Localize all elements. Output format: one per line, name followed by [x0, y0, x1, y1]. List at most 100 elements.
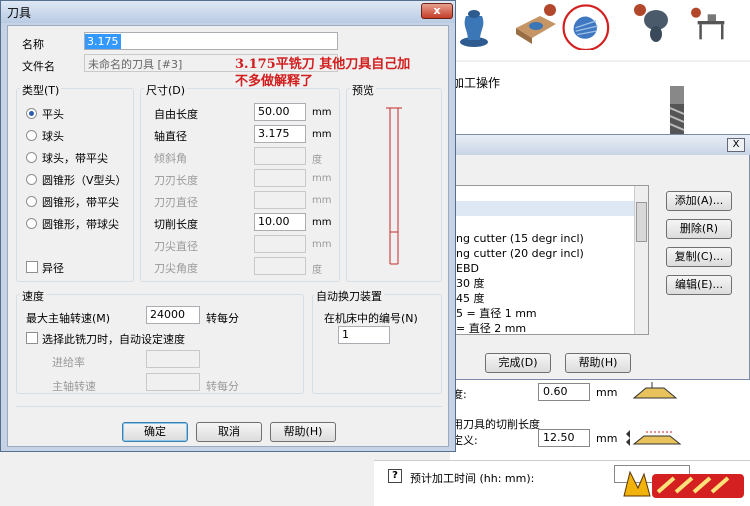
shaft-diameter-label: 轴直径 — [154, 130, 187, 143]
flute-length-field — [254, 169, 306, 187]
depth-unit: mm — [596, 386, 618, 399]
taper-angle-field — [254, 147, 306, 165]
list-item[interactable]: EBD — [454, 261, 648, 276]
type-radio-cone-ball[interactable] — [26, 218, 37, 229]
size-group-title: 尺寸(D) — [144, 82, 188, 98]
list-item[interactable]: 30 度 — [454, 276, 648, 291]
type-label-flat: 平头 — [42, 108, 64, 121]
shaft-diameter-field[interactable]: 3.175 — [254, 125, 306, 143]
free-length-field[interactable]: 50.00 — [254, 103, 306, 121]
list-item[interactable]: ng cutter (20 degr incl) — [454, 246, 648, 261]
cut-length-field[interactable]: 10.00 — [254, 213, 306, 231]
taper-angle-label: 倾斜角 — [154, 152, 187, 165]
name-field[interactable]: 3.175 — [84, 32, 338, 50]
list-scrollbar[interactable] — [634, 186, 648, 334]
edit-tool-button[interactable]: 编辑(E)... — [666, 275, 732, 295]
atc-number-field[interactable]: 1 — [338, 326, 390, 344]
scrollbar-thumb[interactable] — [636, 202, 647, 242]
carved-block-icon[interactable] — [510, 2, 560, 50]
max-spindle-field[interactable]: 24000 — [146, 306, 200, 324]
max-spindle-label: 最大主轴转速(M) — [26, 312, 111, 325]
type-label-cone-ball: 圆锥形，带球尖 — [42, 218, 119, 231]
dialog-title: 刀具 — [7, 6, 32, 20]
close-button[interactable]: x — [421, 3, 453, 19]
spindle-speed-unit: 转每分 — [206, 380, 239, 393]
feed-rate-label: 进给率 — [52, 356, 85, 369]
list-item[interactable]: ng cutter (15 degr incl) — [454, 231, 648, 246]
watermark-logo — [623, 470, 744, 498]
depth-field[interactable]: 0.60 — [538, 383, 590, 401]
cut-length-label: 切削长度 — [154, 218, 198, 231]
taper-angle-unit: 度 — [312, 155, 322, 166]
tip-diameter-unit: mm — [312, 239, 332, 250]
endmill-icon — [669, 86, 685, 134]
max-spindle-unit: 转每分 — [206, 312, 239, 325]
speed-group-title: 速度 — [20, 288, 46, 304]
tip-angle-field — [254, 257, 306, 275]
operation-label: 加工操作 — [452, 76, 501, 90]
name-label: 名称 — [22, 38, 44, 51]
type-label-ball: 球头 — [42, 130, 64, 143]
list-item[interactable]: 45 度 — [454, 291, 648, 306]
done-button[interactable]: 完成(D) — [485, 353, 551, 373]
list-item-selected[interactable] — [454, 201, 648, 216]
list-item[interactable] — [454, 216, 648, 231]
type-radio-ball[interactable] — [26, 130, 37, 141]
flute-diameter-field — [254, 191, 306, 209]
add-tool-button[interactable]: 添加(A)... — [666, 191, 732, 211]
flute-diameter-label: 刀刃直径 — [154, 196, 198, 209]
feed-rate-field — [146, 350, 200, 368]
type-radio-ball-flat[interactable] — [26, 152, 37, 163]
help-button[interactable]: 帮助(H) — [270, 422, 336, 442]
odd-diameter-label: 异径 — [42, 262, 64, 275]
tip-angle-unit: 度 — [312, 265, 322, 276]
type-label-ball-flat: 球头，带平尖 — [42, 152, 108, 165]
cancel-button[interactable]: 取消 — [196, 422, 262, 442]
flute-diameter-unit: mm — [312, 195, 332, 206]
atc-group-title: 自动换刀装置 — [314, 288, 384, 304]
list-item[interactable]: = 直径 2 mm — [454, 321, 648, 334]
type-radio-flat[interactable] — [26, 108, 37, 119]
free-length-label: 自由长度 — [154, 108, 198, 121]
delete-tool-button[interactable]: 删除(R) — [666, 219, 732, 239]
odd-diameter-checkbox[interactable] — [26, 261, 38, 273]
name-value: 3.175 — [85, 34, 121, 49]
cut-length-label: 用刀具的切削长度 — [452, 418, 540, 431]
auto-speed-checkbox[interactable] — [26, 332, 38, 344]
cut-length-diagram-icon — [626, 430, 682, 446]
tool-preview-icon — [386, 107, 402, 265]
annotation-text: 3.175平铣刀 其他刀具自己加 不多做解释了 — [235, 56, 410, 90]
machining-toolbar — [450, 0, 750, 60]
atc-number-label: 在机床中的编号(N) — [324, 312, 418, 325]
spindle-speed-label: 主轴转速 — [52, 380, 96, 393]
tool-list[interactable]: ng cutter (15 degr incl) ng cutter (20 d… — [453, 185, 649, 335]
ok-button[interactable]: 确定 — [122, 422, 188, 442]
type-label-cone-flat: 圆锥形，带平尖 — [42, 196, 119, 209]
define-field[interactable]: 12.50 — [538, 429, 590, 447]
list-item[interactable] — [454, 186, 648, 201]
list-item[interactable]: 5 = 直径 1 mm — [454, 306, 648, 321]
flute-length-label: 刀刃长度 — [154, 174, 198, 187]
cut-length-unit: mm — [312, 217, 332, 228]
tip-diameter-field — [254, 235, 306, 253]
machine-table-icon[interactable] — [686, 2, 736, 50]
library-close-button[interactable]: X — [727, 138, 745, 152]
footer-divider — [16, 406, 442, 407]
estimate-label: 预计加工时间 (hh: mm): — [410, 472, 535, 485]
annotation-line-1: 3.175平铣刀 其他刀具自己加 — [235, 57, 411, 72]
depth-diagram-icon — [632, 382, 678, 399]
help-question-icon[interactable]: ? — [388, 469, 402, 483]
3d-relief-icon[interactable] — [560, 2, 610, 50]
type-radio-vbit[interactable] — [26, 174, 37, 185]
type-label-vbit: 圆锥形（V型头） — [42, 174, 127, 187]
spindle-speed-field — [146, 373, 200, 391]
library-titlebar: X — [451, 135, 750, 155]
type-radio-cone-flat[interactable] — [26, 196, 37, 207]
turned-part-icon[interactable] — [628, 2, 678, 50]
free-length-unit: mm — [312, 107, 332, 118]
library-help-button[interactable]: 帮助(H) — [565, 353, 631, 373]
tip-angle-label: 刀尖角度 — [154, 262, 198, 275]
flute-length-unit: mm — [312, 173, 332, 184]
vase-icon[interactable] — [450, 2, 500, 50]
copy-tool-button[interactable]: 复制(C)... — [666, 247, 732, 267]
